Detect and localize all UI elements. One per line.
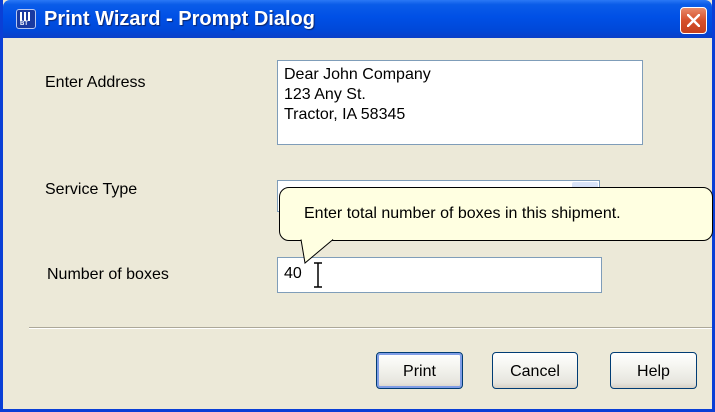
- print-button[interactable]: Print: [376, 352, 463, 389]
- service-type-label: Service Type: [45, 181, 138, 198]
- address-line: Tractor, IA 58345: [284, 106, 406, 123]
- address-label: Enter Address: [45, 74, 146, 91]
- bartender-app-icon: BT: [16, 9, 36, 29]
- tooltip-pointer: [300, 239, 334, 264]
- separator: [29, 327, 712, 329]
- address-field[interactable]: Dear John Company 123 Any St. Tractor, I…: [277, 60, 643, 145]
- help-tooltip: Enter total number of boxes in this ship…: [279, 187, 713, 241]
- address-line: Dear John Company: [284, 66, 431, 83]
- tooltip-text: Enter total number of boxes in this ship…: [304, 205, 621, 222]
- close-icon: [687, 14, 700, 27]
- address-line: 123 Any St.: [284, 86, 366, 103]
- close-button[interactable]: [680, 7, 707, 34]
- title-bar[interactable]: BT Print Wizard - Prompt Dialog: [3, 0, 712, 38]
- print-wizard-dialog: BT Print Wizard - Prompt Dialog Enter Ad…: [0, 0, 715, 412]
- window-title: Print Wizard - Prompt Dialog: [44, 8, 315, 30]
- boxes-label: Number of boxes: [47, 266, 169, 283]
- help-button[interactable]: Help: [610, 352, 697, 389]
- cancel-button[interactable]: Cancel: [492, 352, 578, 389]
